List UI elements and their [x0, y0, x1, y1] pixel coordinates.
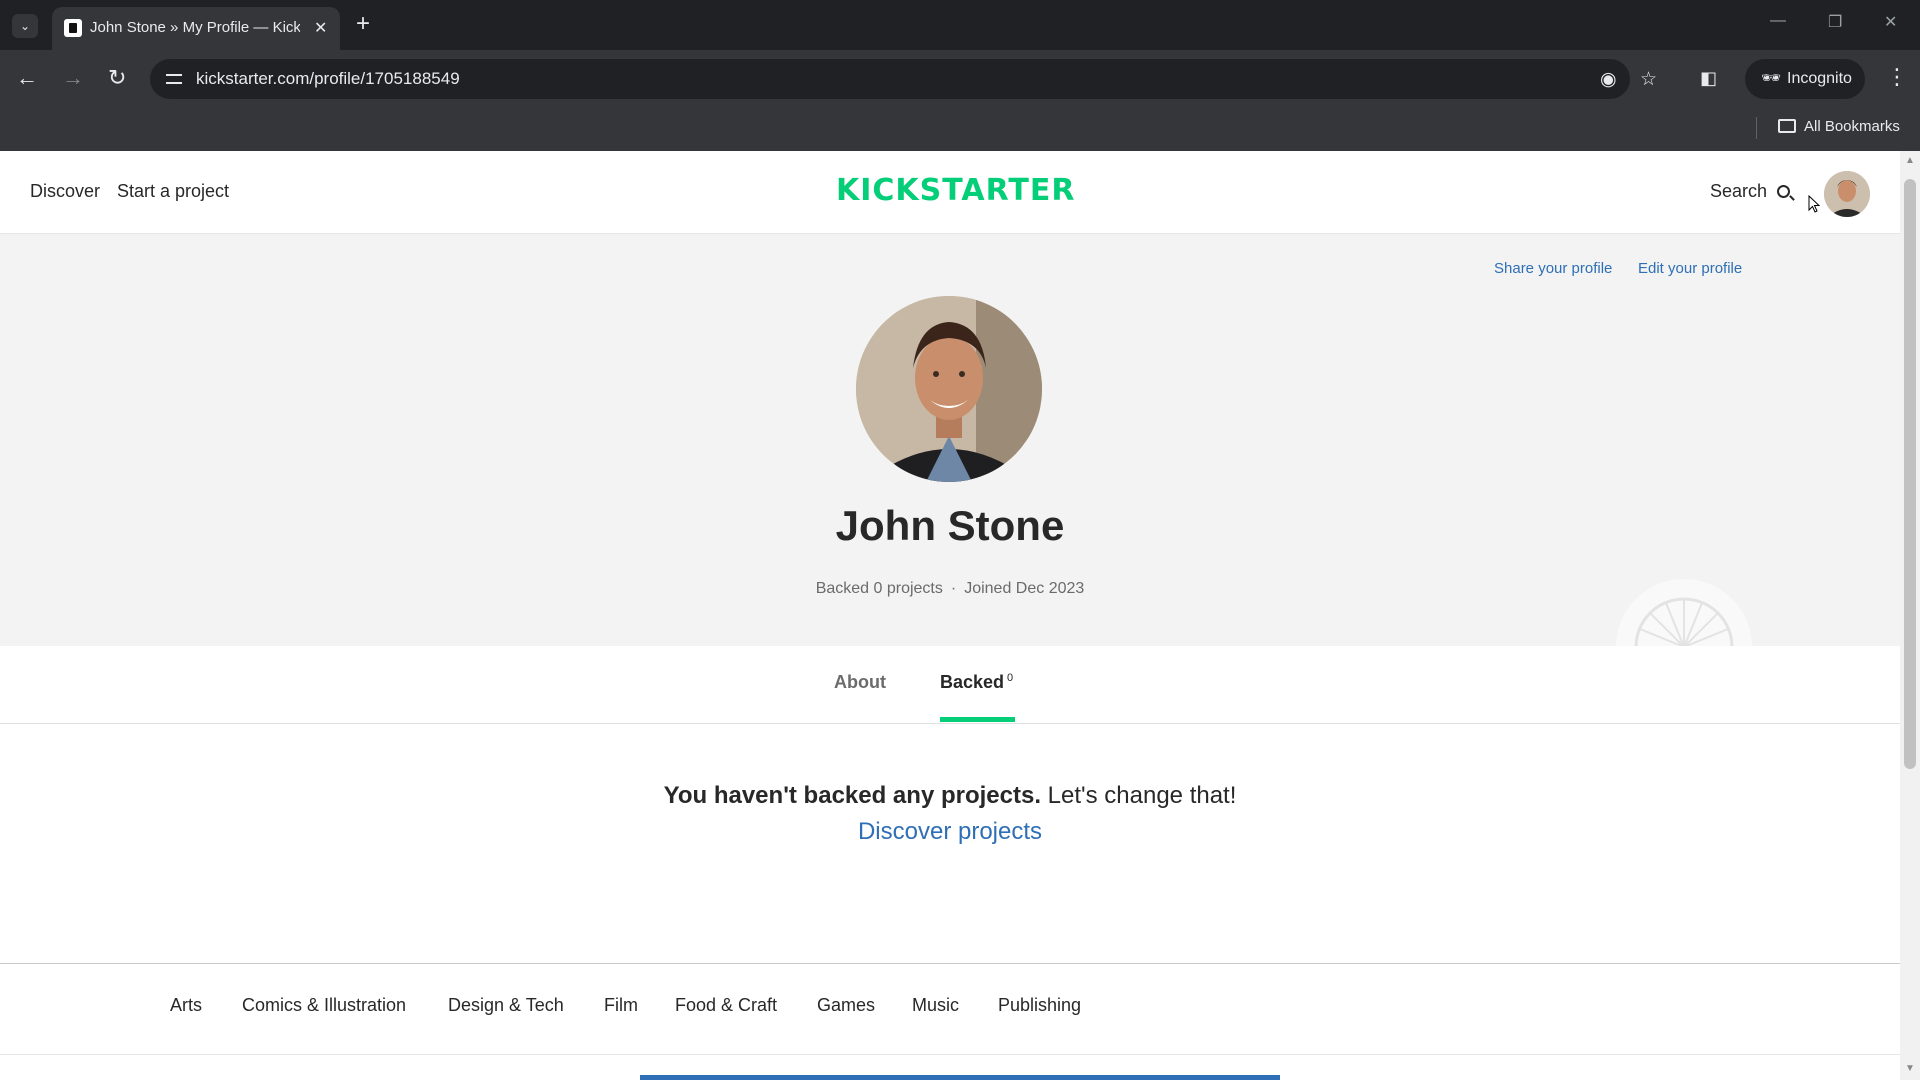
search-icon — [1777, 185, 1791, 198]
tab-title: John Stone » My Profile — Kickstarter — [90, 19, 300, 36]
page-scrollbar[interactable]: ▲ ▼ — [1900, 151, 1920, 1080]
profile-tabs: About Backed 0 — [0, 646, 1900, 724]
bookmark-star-icon[interactable]: ☆ — [1640, 68, 1657, 91]
tab-backed-label: Backed — [940, 672, 1005, 692]
user-avatar-menu[interactable] — [1824, 171, 1870, 217]
empty-state-bold: You haven't backed any projects. — [663, 782, 1041, 809]
tab-search-button[interactable]: ⌄ — [12, 14, 38, 38]
category-food-craft[interactable]: Food & Craft — [675, 995, 777, 1016]
browser-toolbar: ← → ↻ kickstarter.com/profile/1705188549… — [0, 50, 1920, 108]
profile-header: Share your profile Edit your profile Joh… — [0, 234, 1900, 715]
discover-link[interactable]: Discover — [30, 181, 100, 202]
category-arts[interactable]: Arts — [170, 995, 202, 1016]
avatar-portrait-icon — [1824, 171, 1870, 217]
tab-close-icon[interactable]: ✕ — [314, 18, 327, 38]
bottom-banner-edge — [640, 1075, 1280, 1080]
tab-about[interactable]: About — [834, 672, 886, 693]
category-games[interactable]: Games — [817, 995, 875, 1016]
category-comics-illustration[interactable]: Comics & Illustration — [242, 995, 406, 1016]
category-publishing[interactable]: Publishing — [998, 995, 1081, 1016]
new-tab-button[interactable]: + — [356, 11, 370, 37]
bookmarks-separator — [1756, 117, 1757, 139]
page-viewport: Discover Start a project KICKSTARTER Sea… — [0, 151, 1900, 1080]
share-profile-link[interactable]: Share your profile — [1494, 260, 1612, 277]
search-label: Search — [1710, 181, 1768, 201]
category-design-tech[interactable]: Design & Tech — [448, 995, 564, 1016]
reload-icon[interactable]: ↻ — [108, 64, 126, 92]
browser-tab-active[interactable]: John Stone » My Profile — Kickstarter ✕ — [52, 7, 340, 50]
start-project-link[interactable]: Start a project — [117, 181, 229, 202]
incognito-icon: 🕶 — [1761, 70, 1782, 87]
discover-projects-link: Discover projects — [0, 818, 1900, 846]
edit-profile-link[interactable]: Edit your profile — [1638, 260, 1742, 277]
browser-tab-bar: ⌄ John Stone » My Profile — Kickstarter … — [0, 0, 1920, 50]
all-bookmarks-label: All Bookmarks — [1804, 118, 1900, 135]
close-window-icon[interactable]: ✕ — [1884, 12, 1897, 32]
incognito-label: Incognito — [1787, 70, 1852, 87]
folder-icon — [1778, 119, 1796, 133]
search-button[interactable]: Search — [1710, 181, 1791, 202]
meta-separator: · — [950, 580, 957, 597]
empty-state-rest: Let's change that! — [1041, 782, 1237, 809]
restore-window-icon[interactable]: ❐ — [1828, 12, 1842, 32]
back-arrow-icon[interactable]: ← — [16, 64, 38, 92]
active-tab-indicator — [940, 717, 1015, 722]
bookmarks-bar: All Bookmarks — [0, 108, 1920, 151]
profile-avatar — [856, 296, 1042, 482]
profile-name: John Stone — [835, 502, 1065, 549]
tab-backed[interactable]: Backed 0 — [940, 672, 1013, 693]
category-film[interactable]: Film — [604, 995, 638, 1016]
backed-count-text: Backed 0 projects — [815, 580, 943, 597]
mouse-cursor-icon — [1808, 195, 1820, 213]
url-text[interactable]: kickstarter.com/profile/1705188549 — [196, 69, 460, 89]
side-panel-icon[interactable]: ◧ — [1700, 64, 1717, 92]
empty-state-message: You haven't backed any projects. Let's c… — [0, 782, 1900, 810]
kickstarter-logo[interactable]: KICKSTARTER — [836, 173, 1075, 208]
category-nav: Arts Comics & Illustration Design & Tech… — [0, 963, 1900, 1055]
tracking-protection-eye-slash-icon[interactable]: ◉ — [1600, 68, 1617, 91]
profile-portrait-icon — [856, 296, 1042, 482]
site-info-icon[interactable] — [164, 69, 184, 89]
scrollbar-thumb[interactable] — [1904, 179, 1916, 769]
all-bookmarks-button[interactable]: All Bookmarks — [1778, 118, 1900, 135]
forward-arrow-icon[interactable]: → — [62, 64, 84, 92]
address-bar[interactable]: kickstarter.com/profile/1705188549 ◉ ☆ — [150, 59, 1657, 99]
browser-menu-icon[interactable]: ⋮ — [1886, 64, 1908, 90]
scroll-up-arrow-icon[interactable]: ▲ — [1905, 155, 1915, 166]
scroll-down-arrow-icon[interactable]: ▼ — [1905, 1063, 1915, 1074]
profile-meta: Backed 0 projects · Joined Dec 2023 — [0, 580, 1900, 598]
joined-date: Joined Dec 2023 — [964, 580, 1085, 597]
tab-backed-count: 0 — [1007, 672, 1014, 684]
discover-projects-link-text[interactable]: Discover projects — [858, 818, 1042, 845]
kickstarter-favicon-icon — [64, 19, 82, 37]
minimize-window-icon[interactable]: — — [1770, 12, 1786, 30]
site-header: Discover Start a project KICKSTARTER Sea… — [0, 151, 1900, 234]
incognito-badge[interactable]: 🕶 Incognito — [1745, 59, 1865, 99]
category-music[interactable]: Music — [912, 995, 959, 1016]
